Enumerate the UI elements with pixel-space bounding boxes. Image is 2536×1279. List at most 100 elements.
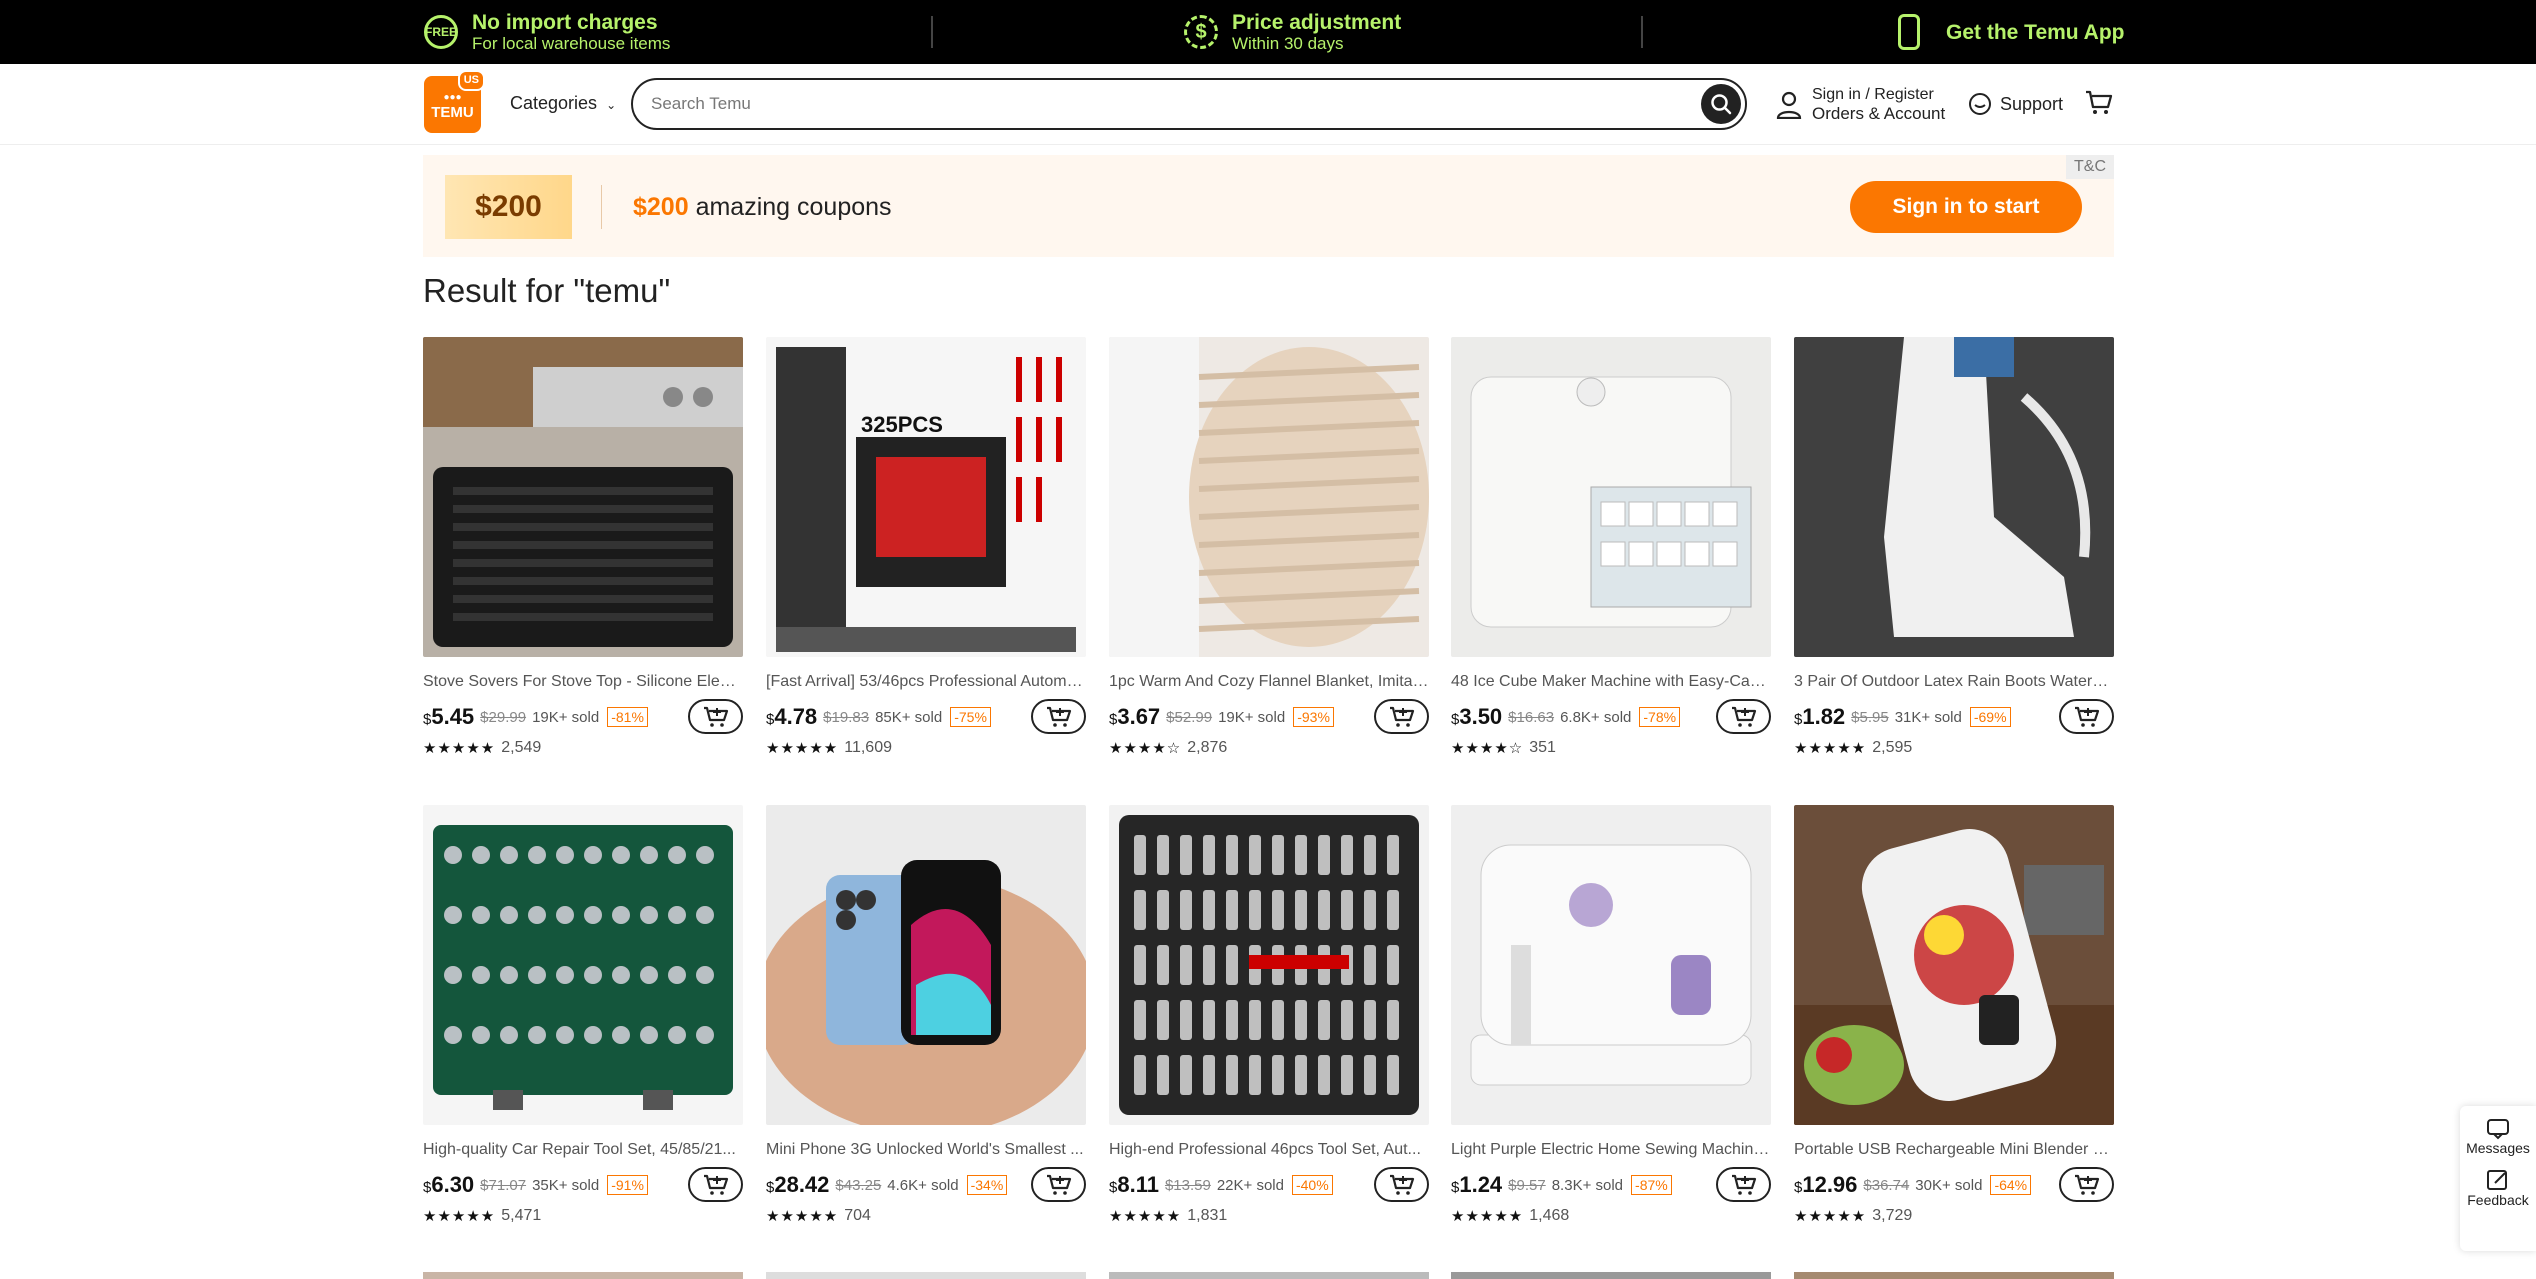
product-image-partial[interactable] bbox=[1109, 1272, 1429, 1279]
product-image[interactable] bbox=[1794, 805, 2114, 1125]
add-to-cart-button[interactable] bbox=[688, 699, 743, 734]
product-title[interactable]: Mini Phone 3G Unlocked World's Smallest … bbox=[766, 1141, 1086, 1159]
sold-count: 19K+ sold bbox=[532, 708, 600, 726]
product-image[interactable] bbox=[766, 805, 1086, 1125]
search-bar bbox=[631, 78, 1747, 130]
review-count: 2,876 bbox=[1187, 739, 1228, 756]
original-price: $9.57 bbox=[1508, 1176, 1546, 1194]
add-to-cart-button[interactable] bbox=[2059, 699, 2114, 734]
product-title[interactable]: Light Purple Electric Home Sewing Machin… bbox=[1451, 1141, 1771, 1159]
product-price: $3.50 bbox=[1451, 704, 1502, 730]
add-to-cart-button[interactable] bbox=[1374, 699, 1429, 734]
no-import-charges[interactable]: FREE No import charges For local warehou… bbox=[424, 0, 670, 64]
sold-count: 8.3K+ sold bbox=[1551, 1176, 1624, 1194]
get-app-link[interactable]: Get the Temu App bbox=[1898, 0, 2125, 64]
terms-link[interactable]: T&C bbox=[2066, 155, 2114, 179]
price-adjustment[interactable]: $ Price adjustment Within 30 days bbox=[1184, 0, 1401, 64]
product-card[interactable]: Stove Sovers For Stove Top - Silicone El… bbox=[423, 337, 743, 757]
get-app-label: Get the Temu App bbox=[1946, 20, 2125, 44]
review-count: 351 bbox=[1529, 739, 1556, 756]
sign-in-to-start-button[interactable]: Sign in to start bbox=[1850, 181, 2082, 233]
search-icon bbox=[1711, 94, 1732, 115]
product-card[interactable]: Portable USB Rechargeable Mini Blender &… bbox=[1794, 805, 2114, 1225]
categories-menu[interactable]: Categories ⌄ bbox=[510, 93, 616, 114]
product-title[interactable]: Stove Sovers For Stove Top - Silicone El… bbox=[423, 673, 743, 691]
product-rating: ★★★★★ 5,471 bbox=[423, 1207, 743, 1225]
add-to-cart-button[interactable] bbox=[1716, 1167, 1771, 1202]
product-card[interactable]: 1pc Warm And Cozy Flannel Blanket, Imita… bbox=[1109, 337, 1429, 757]
sold-count: 30K+ sold bbox=[1915, 1176, 1983, 1194]
product-image-partial[interactable] bbox=[1794, 1272, 2114, 1279]
coupon-highlight: $200 bbox=[633, 193, 689, 221]
price-value: 12.96 bbox=[1802, 1172, 1858, 1197]
add-to-cart-button[interactable] bbox=[1716, 699, 1771, 734]
product-image[interactable] bbox=[1109, 805, 1429, 1125]
logo-glyphs: ●●● bbox=[443, 91, 462, 103]
product-image[interactable]: 325PCS bbox=[766, 337, 1086, 657]
review-count: 704 bbox=[844, 1207, 871, 1224]
add-to-cart-button[interactable] bbox=[1031, 699, 1086, 734]
product-card[interactable]: 48 Ice Cube Maker Machine with Easy-Cap.… bbox=[1451, 337, 1771, 757]
product-card[interactable]: 3 Pair Of Outdoor Latex Rain Boots Water… bbox=[1794, 337, 2114, 757]
product-title[interactable]: High-end Professional 46pcs Tool Set, Au… bbox=[1109, 1141, 1429, 1159]
product-image[interactable] bbox=[1109, 337, 1429, 657]
product-title[interactable]: 48 Ice Cube Maker Machine with Easy-Cap.… bbox=[1451, 673, 1771, 691]
no-import-title: No import charges bbox=[472, 10, 658, 34]
product-card[interactable]: High-quality Car Repair Tool Set, 45/85/… bbox=[423, 805, 743, 1225]
star-rating-icon: ★★★★★ bbox=[423, 740, 496, 757]
add-to-cart-button[interactable] bbox=[1031, 1167, 1086, 1202]
star-rating-icon: ★★★★★ bbox=[1109, 1208, 1182, 1225]
product-title[interactable]: 1pc Warm And Cozy Flannel Blanket, Imita… bbox=[1109, 673, 1429, 691]
product-card[interactable]: Mini Phone 3G Unlocked World's Smallest … bbox=[766, 805, 1086, 1225]
temu-logo[interactable]: ●●● TEMU US bbox=[424, 70, 485, 133]
cart-plus-icon bbox=[1046, 1174, 1071, 1195]
review-count: 2,595 bbox=[1872, 739, 1913, 756]
product-card[interactable]: High-end Professional 46pcs Tool Set, Au… bbox=[1109, 805, 1429, 1225]
discount-badge: -91% bbox=[607, 1175, 648, 1195]
cart-button[interactable] bbox=[2085, 90, 2113, 121]
cart-plus-icon bbox=[2074, 1174, 2099, 1195]
add-to-cart-button[interactable] bbox=[1374, 1167, 1429, 1202]
support-link[interactable]: Support bbox=[1968, 92, 2063, 116]
search-input[interactable] bbox=[651, 92, 1651, 116]
product-image-partial[interactable] bbox=[766, 1272, 1086, 1279]
original-price: $16.63 bbox=[1508, 708, 1555, 726]
product-image-partial[interactable] bbox=[1451, 1272, 1771, 1279]
star-rating-icon: ★★★★☆ bbox=[1109, 740, 1182, 757]
feedback-button[interactable]: Feedback bbox=[2467, 1168, 2529, 1208]
product-image[interactable] bbox=[1794, 337, 2114, 657]
cart-plus-icon bbox=[1389, 1174, 1414, 1195]
product-image[interactable] bbox=[423, 337, 743, 657]
product-title[interactable]: [Fast Arrival] 53/46pcs Professional Aut… bbox=[766, 673, 1086, 691]
search-button[interactable] bbox=[1701, 84, 1741, 124]
sold-count: 35K+ sold bbox=[532, 1176, 600, 1194]
price-adjustment-title: Price adjustment bbox=[1232, 10, 1402, 34]
product-image[interactable] bbox=[1451, 805, 1771, 1125]
product-image[interactable] bbox=[1451, 337, 1771, 657]
add-to-cart-button[interactable] bbox=[688, 1167, 743, 1202]
price-value: 28.42 bbox=[774, 1172, 830, 1197]
product-rating: ★★★★☆ 351 bbox=[1451, 739, 1771, 757]
product-title[interactable]: High-quality Car Repair Tool Set, 45/85/… bbox=[423, 1141, 743, 1159]
product-card[interactable]: 325PCS [Fast Arrival] 53/46pcs Profession… bbox=[766, 337, 1086, 757]
product-title[interactable]: 3 Pair Of Outdoor Latex Rain Boots Water… bbox=[1794, 673, 2114, 691]
product-image[interactable] bbox=[423, 805, 743, 1125]
messages-button[interactable]: Messages bbox=[2466, 1118, 2530, 1156]
add-to-cart-button[interactable] bbox=[2059, 1167, 2114, 1202]
product-rating: ★★★★★ 1,468 bbox=[1451, 1207, 1771, 1225]
original-price: $36.74 bbox=[1863, 1176, 1910, 1194]
star-rating-icon: ★★★★★ bbox=[1451, 1208, 1524, 1225]
chat-icon bbox=[1969, 93, 1991, 115]
coupon-text-rest: amazing coupons bbox=[688, 193, 892, 221]
account-menu[interactable]: Sign in / Register Orders & Account bbox=[1776, 86, 1945, 124]
product-rating: ★★★★★ 704 bbox=[766, 1207, 1086, 1225]
product-price: $28.42 bbox=[766, 1172, 829, 1198]
messages-label: Messages bbox=[2466, 1140, 2530, 1156]
original-price: $5.95 bbox=[1851, 708, 1889, 726]
star-rating-icon: ★★★★★ bbox=[766, 740, 839, 757]
orders-account-label: Orders & Account bbox=[1812, 104, 1946, 123]
logo-text: TEMU bbox=[431, 103, 474, 121]
product-title[interactable]: Portable USB Rechargeable Mini Blender &… bbox=[1794, 1141, 2114, 1159]
product-card[interactable]: Light Purple Electric Home Sewing Machin… bbox=[1451, 805, 1771, 1225]
product-image-partial[interactable] bbox=[423, 1272, 743, 1279]
